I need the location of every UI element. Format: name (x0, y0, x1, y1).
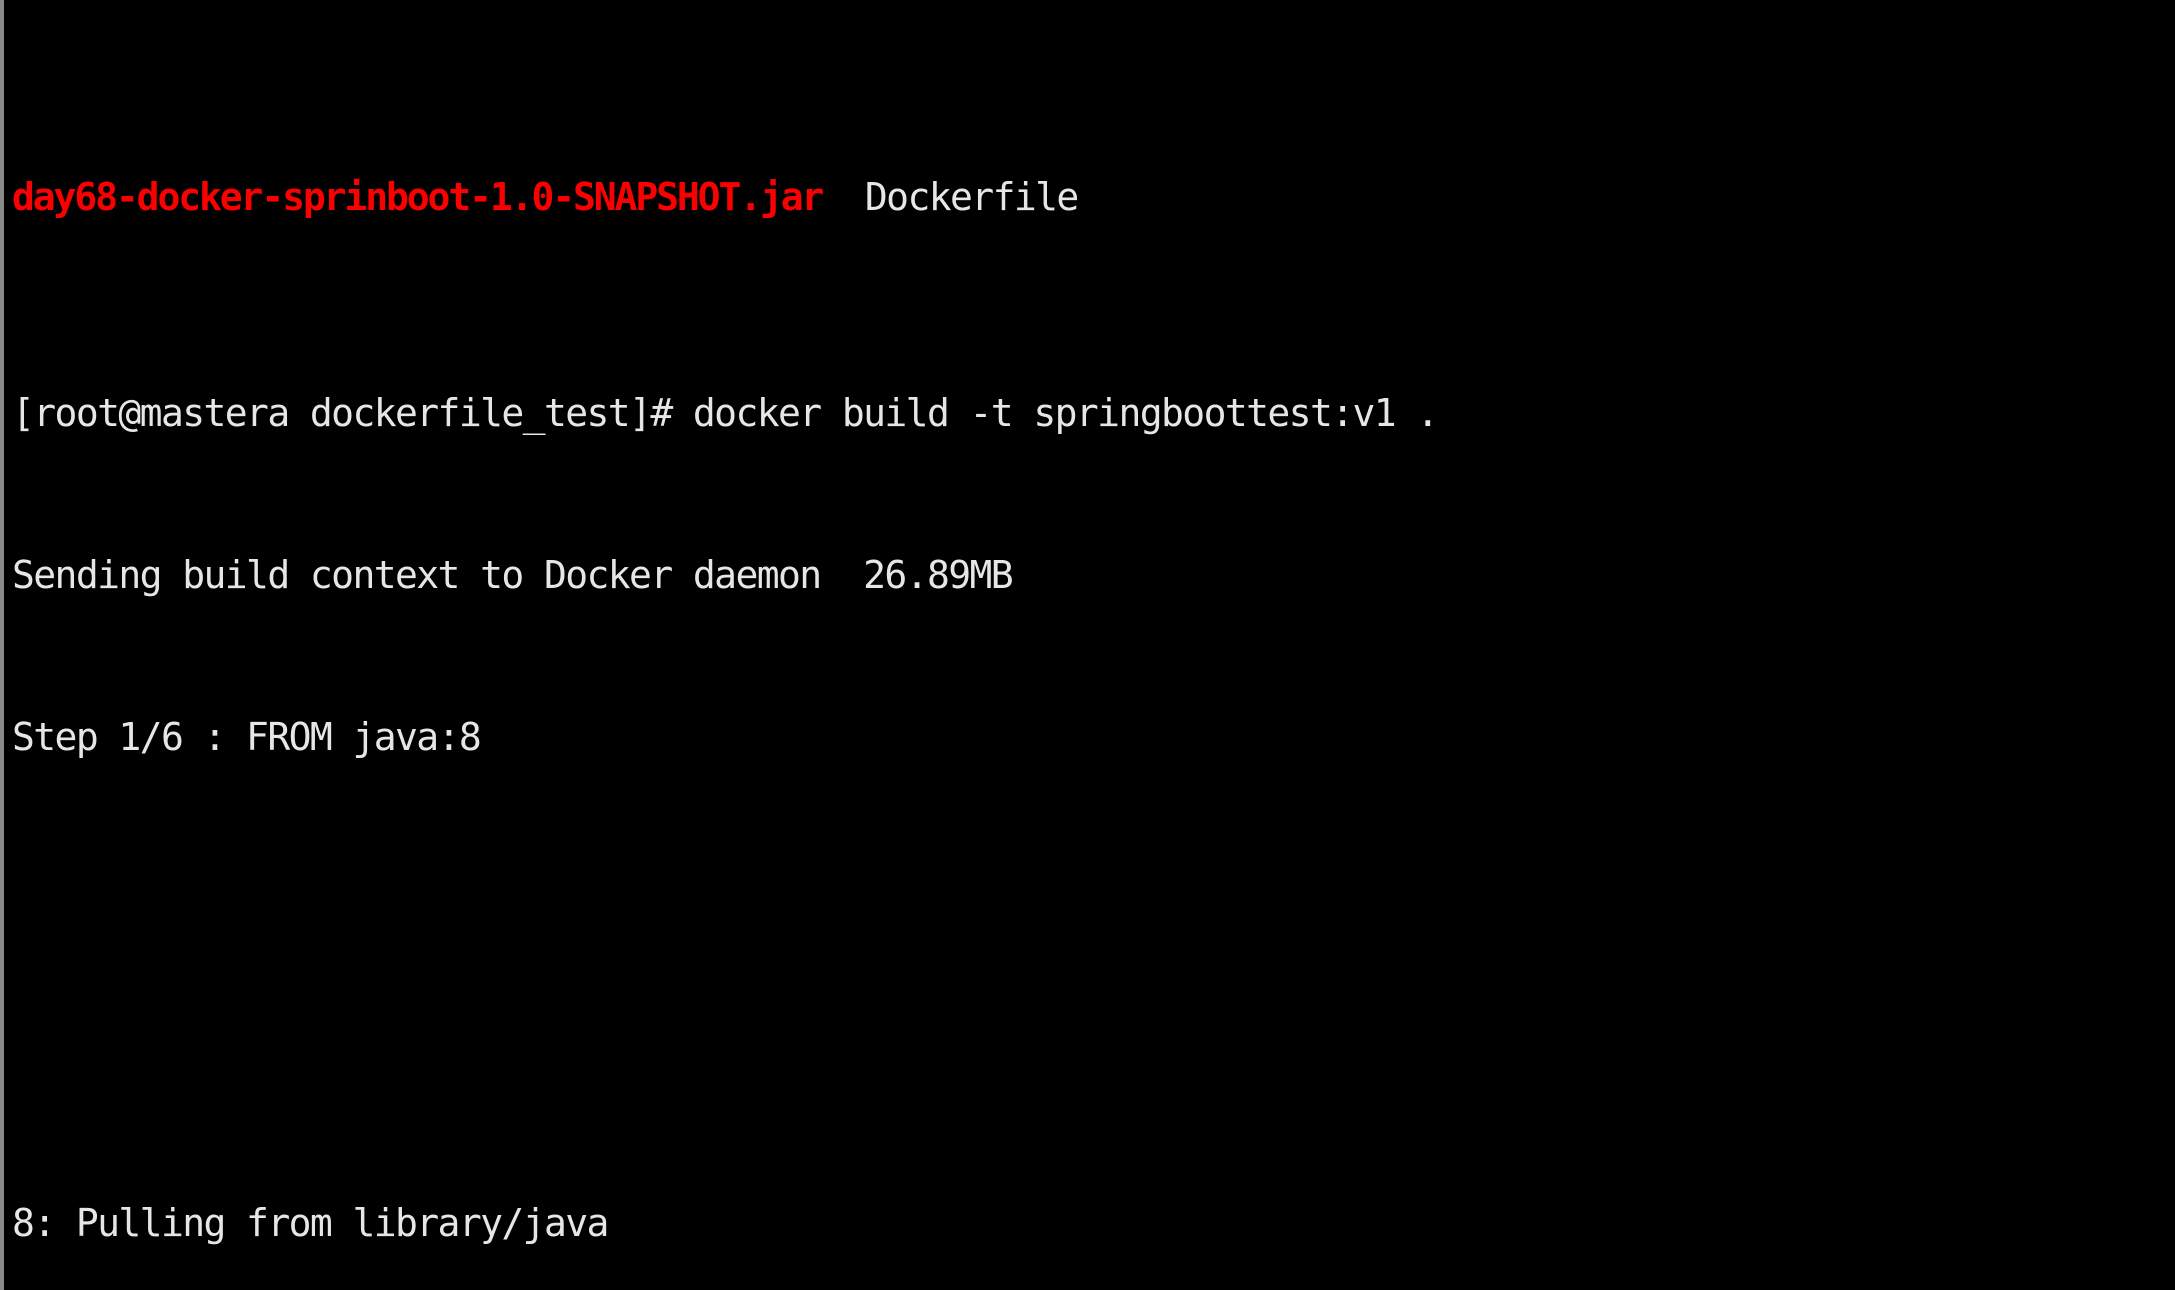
jar-filename: day68-docker-sprinboot-1.0-SNAPSHOT.jar (12, 175, 824, 219)
dockerfile-filename: Dockerfile (864, 175, 1079, 219)
line-prompt-command: [root@mastera dockerfile_test]# docker b… (12, 391, 1439, 435)
line-build-context: Sending build context to Docker daemon 2… (12, 553, 1014, 597)
line-blank-1 (12, 872, 2175, 926)
line-ls-output: day68-docker-sprinboot-1.0-SNAPSHOT.jar … (12, 170, 2175, 224)
terminal-window[interactable]: total 26284 day68-docker-sprinboot-1.0-S… (0, 0, 2175, 1290)
line-step-1: Step 1/6 : FROM java:8 (12, 715, 482, 759)
line-pulling: 8: Pulling from library/java (12, 1201, 609, 1245)
terminal-output-area[interactable]: day68-docker-sprinboot-1.0-SNAPSHOT.jar … (12, 8, 2175, 1290)
ls-gap (822, 175, 865, 219)
line-blank-2 (12, 1034, 2175, 1088)
scrollback-remnant-line: total 26284 (12, 0, 248, 8)
